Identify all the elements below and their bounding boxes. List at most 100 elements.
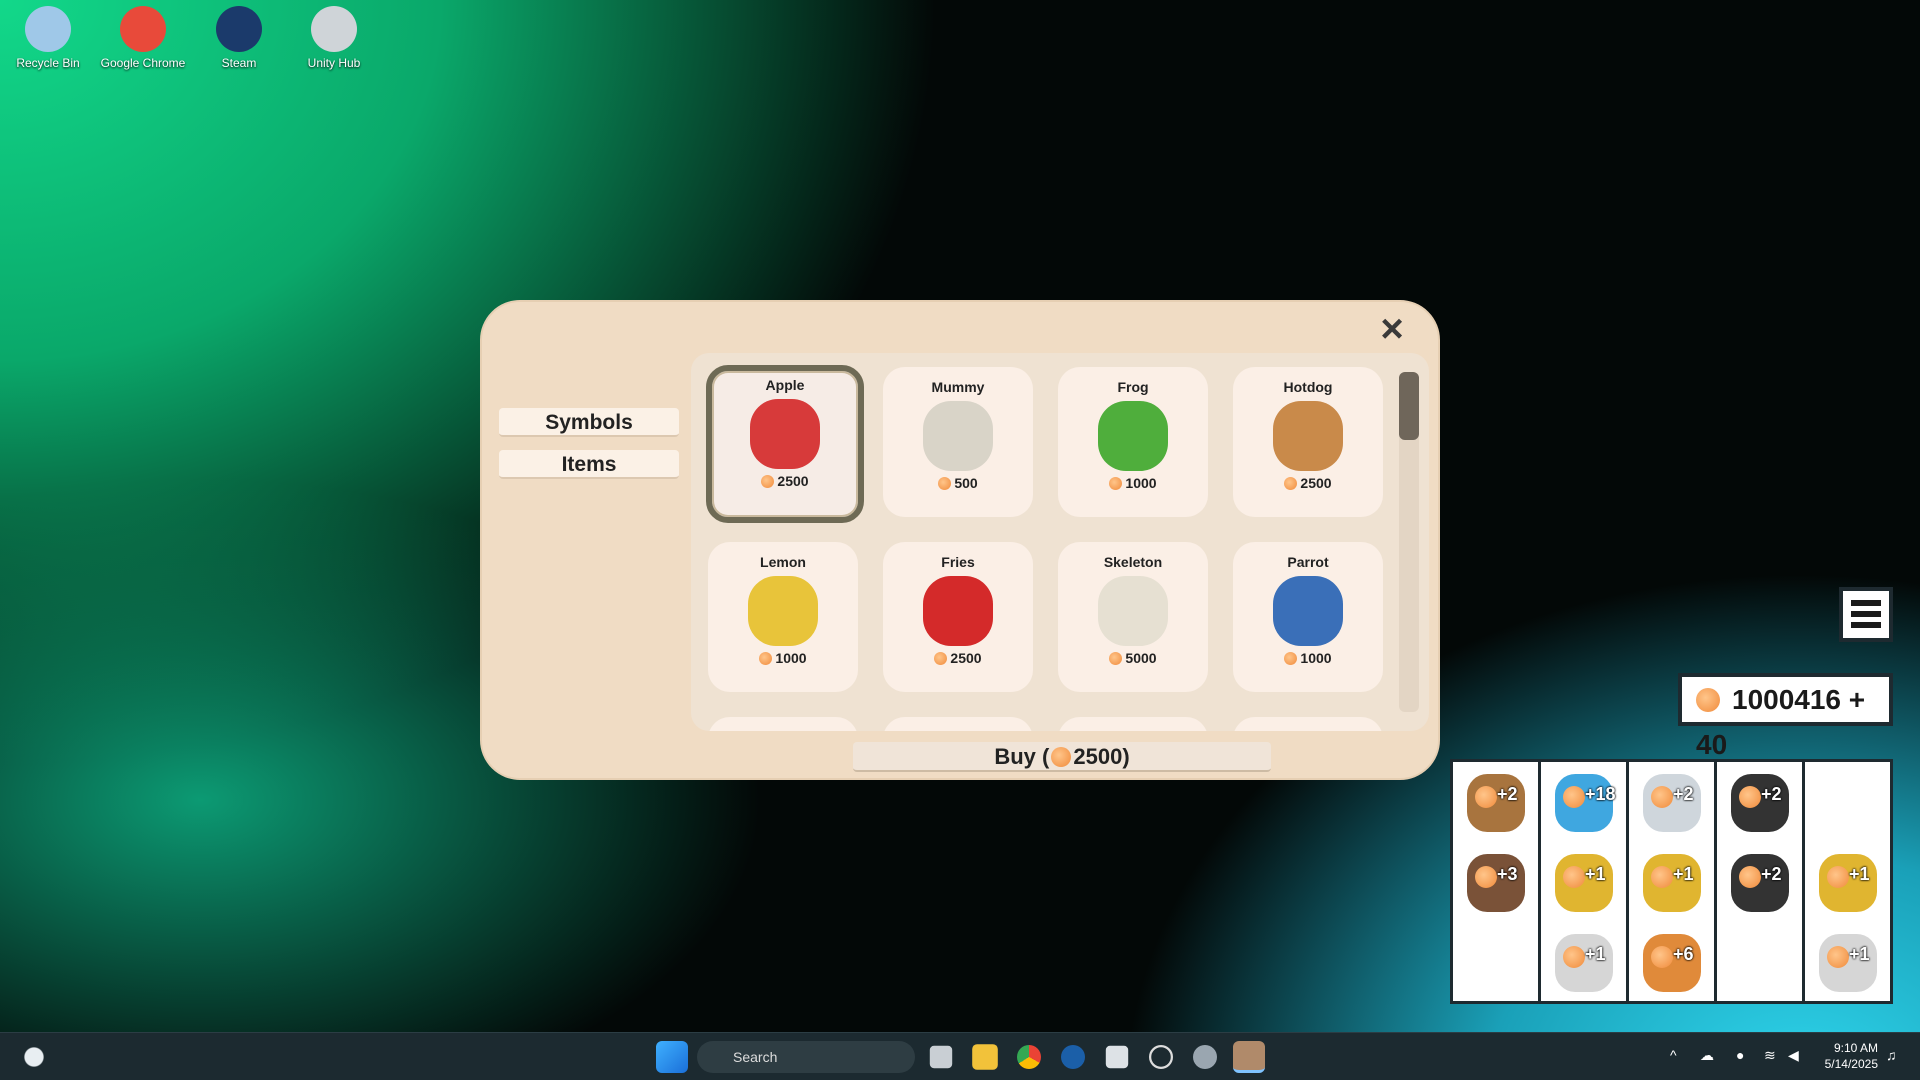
coin-icon	[1109, 652, 1122, 665]
coin-icon	[1651, 866, 1673, 888]
coin-icon	[1739, 866, 1761, 888]
price-value: 1000	[1300, 650, 1331, 666]
unity-hub-icon[interactable]	[1106, 1046, 1128, 1068]
hotdog-icon	[1273, 401, 1343, 471]
reel-column: +2 +3	[1453, 762, 1538, 1001]
reel-symbol-burger: +2	[1461, 768, 1531, 838]
desktop-icon-unity-hub[interactable]: Unity Hub	[289, 6, 379, 70]
bonus-value: +1	[1673, 864, 1694, 885]
coin-icon	[1563, 946, 1585, 968]
search-input[interactable]: Search	[697, 1041, 915, 1073]
coin-icon	[1651, 946, 1673, 968]
price-value: 5000	[1125, 650, 1156, 666]
settings-icon[interactable]	[1193, 1045, 1217, 1069]
tab-symbols[interactable]: Symbols	[499, 408, 679, 437]
scrollbar-thumb[interactable]	[1399, 372, 1419, 440]
item-price: 500	[883, 475, 1033, 491]
item-name: Fries	[883, 554, 1033, 570]
search-placeholder: Search	[733, 1049, 777, 1065]
coin-icon	[1109, 477, 1122, 490]
shop-item-fries[interactable]: Fries 2500	[883, 542, 1033, 692]
skeleton-icon	[1098, 576, 1168, 646]
shop-item-apple[interactable]: Apple2500	[706, 365, 864, 523]
reel-symbol-panda: +1	[1813, 928, 1883, 998]
wifi-icon[interactable]: ≋	[1764, 1047, 1776, 1064]
item-price: 5000	[1058, 650, 1208, 666]
shop-item-lemon[interactable]: Lemon1000	[708, 542, 858, 692]
bonus-value: +6	[1673, 944, 1694, 965]
start-button[interactable]	[656, 1041, 688, 1073]
chrome-icon[interactable]	[1017, 1045, 1041, 1069]
item-name: Parrot	[1233, 554, 1383, 570]
shop-item-partial[interactable]	[883, 717, 1033, 731]
item-name: Frog	[1058, 379, 1208, 395]
coin-icon	[934, 652, 947, 665]
steam-icon[interactable]	[1061, 1045, 1085, 1069]
reel-symbol-ghost: +2	[1637, 768, 1707, 838]
reel-symbol-diamond: +18	[1549, 768, 1619, 838]
item-name: Hotdog	[1233, 379, 1383, 395]
desktop-icon-label: Google Chrome	[98, 56, 188, 70]
onedrive-icon[interactable]: ☁	[1700, 1047, 1714, 1064]
buy-button[interactable]: Buy (2500)	[853, 742, 1271, 772]
shop-item-hotdog[interactable]: Hotdog 2500	[1233, 367, 1383, 517]
reel-symbol-panda: +1	[1549, 928, 1619, 998]
shop-item-grid: Apple2500Mummy500Frog1000Hotdog2500Lemon…	[691, 353, 1429, 731]
unity-icon[interactable]	[1149, 1045, 1173, 1069]
bonus-value: +2	[1761, 864, 1782, 885]
notification-bell-icon[interactable]: ♫	[1886, 1047, 1897, 1063]
desktop-icon-label: Recycle Bin	[3, 56, 93, 70]
shop-item-partial[interactable]	[708, 717, 858, 731]
desktop-icon-label: Unity Hub	[289, 56, 379, 70]
coin-icon	[1563, 866, 1585, 888]
item-price: 2500	[1233, 475, 1383, 491]
menu-button[interactable]	[1839, 587, 1893, 642]
shop-item-mummy[interactable]: Mummy 500	[883, 367, 1033, 517]
bonus-value: +2	[1497, 784, 1518, 805]
desktop-icon-recycle-bin[interactable]: Recycle Bin	[3, 6, 93, 70]
file-explorer-icon[interactable]	[972, 1044, 998, 1070]
microphone-icon[interactable]: ●	[1736, 1047, 1744, 1063]
tab-items[interactable]: Items	[499, 450, 679, 479]
money-display: 1000416 + 40	[1678, 673, 1893, 726]
reel-symbol-log: +3	[1461, 848, 1531, 918]
item-name: Mummy	[883, 379, 1033, 395]
item-price: 1000	[1058, 475, 1208, 491]
shop-item-partial[interactable]	[1058, 717, 1208, 731]
date: 5/14/2025	[1810, 1056, 1878, 1072]
game-app-icon[interactable]	[1233, 1041, 1265, 1073]
shop-item-skeleton[interactable]: Skeleton5000	[1058, 542, 1208, 692]
coin-icon	[1827, 946, 1849, 968]
mummy-icon	[923, 401, 993, 471]
shop-item-frog[interactable]: Frog 1000	[1058, 367, 1208, 517]
coin-icon	[1475, 786, 1497, 808]
app-icon	[216, 6, 262, 52]
task-view-icon[interactable]	[930, 1046, 952, 1068]
taskbar: Search ^ ☁ ● ≋ ◀ 9:10 AM5/14/2025 ♫	[0, 1032, 1920, 1080]
shop-item-parrot[interactable]: Parrot 1000	[1233, 542, 1383, 692]
coin-icon	[759, 652, 772, 665]
item-price: 2500	[883, 650, 1033, 666]
bonus-value: +3	[1497, 864, 1518, 885]
close-icon[interactable]: ×	[1375, 312, 1409, 346]
weather-icon[interactable]	[18, 1041, 50, 1073]
coin-icon	[1475, 866, 1497, 888]
coin-icon	[1739, 786, 1761, 808]
scrollbar[interactable]	[1399, 372, 1419, 712]
reel-column: +2 +1 +6	[1629, 762, 1714, 1001]
clock[interactable]: 9:10 AM5/14/2025	[1810, 1040, 1878, 1072]
desktop-icon-google-chrome[interactable]: Google Chrome	[98, 6, 188, 70]
app-icon	[311, 6, 357, 52]
shop-item-partial[interactable]	[1233, 717, 1383, 731]
coin-icon	[1696, 688, 1720, 712]
volume-icon[interactable]: ◀	[1788, 1047, 1799, 1064]
reel-symbol-pumpkin: +6	[1637, 928, 1707, 998]
buy-prefix: Buy (	[994, 744, 1049, 769]
item-name: Apple	[712, 377, 858, 393]
desktop-icon-steam[interactable]: Steam	[194, 6, 284, 70]
chevron-up-icon[interactable]: ^	[1670, 1047, 1677, 1063]
lemon-icon	[748, 576, 818, 646]
price-value: 1000	[1125, 475, 1156, 491]
coin-icon	[1051, 747, 1071, 767]
reel-symbol-gold-bar: +1	[1549, 848, 1619, 918]
